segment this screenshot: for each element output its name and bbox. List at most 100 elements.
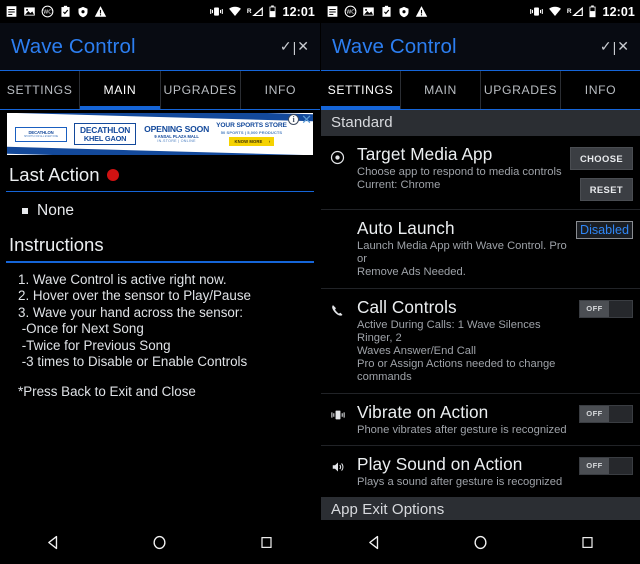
vibrate-icon — [529, 7, 543, 16]
back-button[interactable] — [31, 520, 75, 564]
status-bar-clock: 12:01 — [282, 4, 315, 19]
tab-info[interactable]: INFO — [561, 71, 640, 109]
shield-icon — [78, 6, 88, 17]
setting-row-target-media-app[interactable]: Target Media App Choose app to respond t… — [321, 136, 640, 209]
settings-list: Standard Target Media App Choose app to … — [321, 110, 640, 560]
android-nav-bar — [321, 520, 640, 564]
recents-square-icon — [261, 536, 272, 548]
choose-button[interactable]: CHOOSE — [569, 147, 633, 170]
status-bar-right-icons: R 12:01 — [529, 5, 635, 19]
setting-text-block: Target Media App Choose app to respond t… — [357, 144, 570, 201]
ad-close-icon[interactable]: ✕ — [301, 113, 312, 126]
instruction-item: 1. Wave Control is active right now. — [18, 271, 227, 287]
toggle-label: OFF — [580, 300, 609, 317]
toggle-switch[interactable]: OFF — [579, 299, 633, 318]
setting-row-auto-launch[interactable]: Auto Launch Launch Media App with Wave C… — [321, 209, 640, 288]
tab-main[interactable]: MAIN — [80, 71, 161, 109]
dual-screenshot: WC R 12:01 Wave Control ✓ | ✕ SETTINGS M… — [0, 0, 640, 564]
instruction-item: 2. Hover over the sensor to Play/Pause — [18, 288, 251, 304]
home-circle-icon — [153, 535, 167, 549]
setting-row-vibrate-on-action[interactable]: Vibrate on Action Phone vibrates after g… — [321, 392, 640, 445]
tab-settings[interactable]: SETTINGS — [0, 71, 81, 109]
last-action-value-row: None — [0, 192, 320, 228]
back-button[interactable] — [352, 520, 396, 564]
recents-button[interactable] — [245, 520, 289, 564]
wifi-icon — [228, 6, 241, 17]
instruction-item: -3 times to Disable or Enable Controls — [18, 354, 248, 370]
tab-label: SETTINGS — [6, 83, 73, 97]
tab-info[interactable]: INFO — [241, 71, 320, 109]
ad-info-icon[interactable]: i — [288, 114, 300, 125]
instructions-title: Instructions — [9, 234, 104, 256]
cellular-roaming-icon: R — [566, 5, 584, 18]
tab-settings[interactable]: SETTINGS — [321, 71, 401, 109]
ad-brand-logo: DECATHLON SPORTS FOR ALL EVERYONE — [15, 126, 67, 142]
recents-button[interactable] — [566, 520, 610, 564]
setting-icon-placeholder — [330, 218, 357, 280]
reset-button[interactable]: RESET — [579, 178, 633, 201]
status-bar-clock: 12:01 — [602, 4, 635, 19]
right-phone-screen: WC R 12:01 Wave Control ✓ | ✕ SETTINGS M… — [320, 0, 640, 564]
ad-banner[interactable]: DECATHLON SPORTS FOR ALL EVERYONE DECATH… — [7, 113, 313, 155]
toggle-switch[interactable]: OFF — [579, 456, 633, 475]
setting-subtitle: Active During Calls: 1 Wave Silences Rin… — [357, 318, 556, 384]
cellular-roaming-icon: R — [246, 5, 264, 18]
close-icon[interactable]: ✕ — [617, 38, 629, 55]
phone-icon — [330, 297, 357, 385]
toggle-label: OFF — [580, 405, 609, 422]
status-bar-right-icons: R 12:01 — [209, 5, 315, 19]
main-tab-content: Last Action None Instructions 1. Wave Co… — [0, 158, 320, 400]
wave-control-badge-icon: WC — [41, 5, 54, 18]
title-bar-actions: ✓ | ✕ — [280, 38, 309, 55]
close-icon[interactable]: ✕ — [297, 38, 309, 55]
home-button[interactable] — [138, 520, 182, 564]
toggle-switch[interactable]: OFF — [579, 404, 633, 423]
tab-upgrades[interactable]: UPGRADES — [161, 71, 241, 109]
status-indicator-dot — [106, 169, 119, 181]
bullet-square-icon — [22, 208, 28, 215]
confirm-icon[interactable]: ✓ — [600, 38, 612, 55]
setting-row-play-sound-on-action[interactable]: Play Sound on Action Plays a sound after… — [321, 444, 640, 497]
setting-subtitle: Choose app to respond to media controls … — [357, 166, 562, 192]
back-triangle-icon — [47, 535, 57, 549]
battery-icon — [589, 5, 596, 18]
status-badge[interactable]: Disabled — [575, 221, 633, 239]
setting-title: Target Media App — [357, 144, 493, 164]
instructions-list: 1. Wave Control is active right now. 2. … — [0, 263, 320, 401]
setting-text-block: Auto Launch Launch Media App with Wave C… — [357, 218, 576, 280]
last-action-title: Last Action — [9, 164, 100, 185]
recents-square-icon — [582, 536, 593, 548]
svg-text:WC: WC — [346, 9, 355, 15]
wifi-icon — [548, 6, 561, 17]
speaker-icon — [330, 454, 357, 489]
instructions-footer: *Press Back to Exit and Close — [18, 383, 196, 399]
tab-label: INFO — [584, 83, 617, 97]
tab-label: SETTINGS — [327, 83, 394, 97]
confirm-icon[interactable]: ✓ — [280, 38, 292, 55]
status-bar: WC R 12:01 — [0, 0, 320, 23]
ad-message: OPENING SOON 9 ANSAL PLAZA MALL IN-STORE… — [144, 124, 209, 144]
home-button[interactable] — [459, 520, 503, 564]
tab-bar: SETTINGS MAIN UPGRADES INFO — [321, 71, 640, 109]
setting-title: Play Sound on Action — [357, 453, 523, 474]
setting-text-block: Vibrate on Action Phone vibrates after g… — [357, 402, 579, 437]
ad-controls: i ✕ — [288, 113, 312, 126]
tab-main[interactable]: MAIN — [401, 71, 481, 109]
ad-brand-box-line2: KHEL GAON — [83, 133, 127, 143]
ad-cta-button[interactable]: KNOW MORE › — [228, 136, 275, 147]
setting-controls: CHOOSE RESET — [569, 144, 633, 201]
warning-icon — [415, 6, 428, 17]
clipboard-icon — [382, 5, 391, 17]
setting-title: Call Controls — [357, 296, 457, 317]
tab-label: MAIN — [103, 83, 137, 97]
title-bar-actions: ✓ | ✕ — [600, 38, 629, 55]
setting-row-call-controls[interactable]: Call Controls Active During Calls: 1 Wav… — [321, 287, 640, 393]
left-phone-screen: WC R 12:01 Wave Control ✓ | ✕ SETTINGS M… — [0, 0, 320, 564]
shield-icon — [399, 6, 409, 17]
setting-title: Auto Launch — [357, 218, 455, 238]
last-action-header: Last Action — [0, 158, 320, 189]
active-tab-indicator — [321, 106, 400, 109]
setting-controls: OFF — [579, 402, 633, 437]
active-tab-indicator — [80, 106, 160, 109]
tab-upgrades[interactable]: UPGRADES — [481, 71, 561, 109]
